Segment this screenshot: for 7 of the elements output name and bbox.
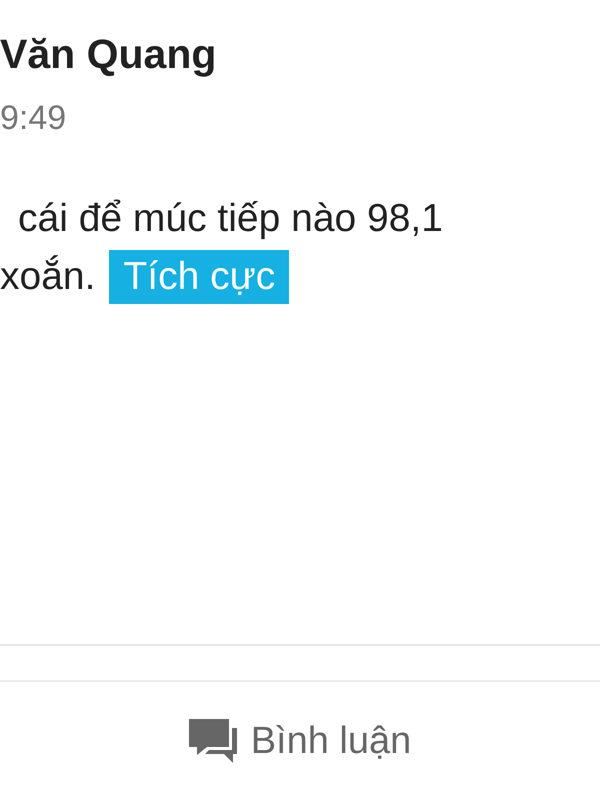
comment-button[interactable]: Bình luận (188, 712, 412, 770)
author-name: Văn Quang (0, 30, 216, 79)
post-text: cái để múc tiếp nào 98,1 (18, 196, 443, 242)
sentiment-tag: Tích cực (109, 250, 290, 304)
post-time: 9:49 (0, 98, 66, 139)
post-text: xoắn. (0, 254, 96, 300)
comments-icon (188, 719, 239, 763)
